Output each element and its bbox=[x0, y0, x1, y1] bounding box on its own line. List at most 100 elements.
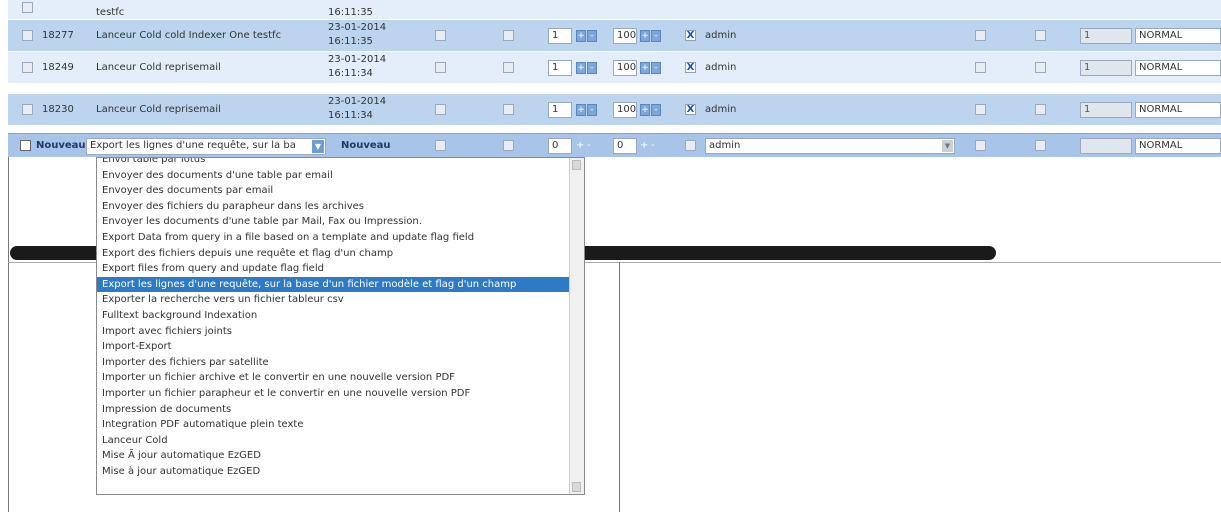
pane-divider bbox=[619, 262, 620, 512]
row-checkbox[interactable] bbox=[22, 104, 33, 115]
table-row[interactable]: 18230 Lanceur Cold reprisemail 23-01-201… bbox=[8, 94, 1221, 126]
task-name: Lanceur Cold reprisemail bbox=[96, 62, 221, 73]
flag-checkbox-1[interactable] bbox=[435, 140, 446, 151]
dropdown-scrollbar[interactable] bbox=[569, 158, 584, 494]
flag-checkbox-1[interactable] bbox=[435, 104, 446, 115]
decrement-button[interactable]: - bbox=[651, 62, 661, 74]
scroll-up-icon[interactable] bbox=[572, 160, 581, 170]
dropdown-option[interactable]: Importer un fichier parapheur et le conv… bbox=[97, 386, 572, 402]
table-row[interactable]: testfc 16:11:35 bbox=[8, 0, 1221, 20]
increment-button[interactable]: + bbox=[576, 104, 586, 116]
percent-field[interactable]: 0 bbox=[613, 138, 637, 154]
increment-button[interactable]: + bbox=[640, 140, 648, 152]
flag-checkbox-2[interactable] bbox=[503, 30, 514, 41]
increment-button[interactable]: + bbox=[576, 62, 586, 74]
task-type-dropdown-list[interactable]: Envoi table par lotus Envoyer des documen… bbox=[96, 157, 585, 495]
dropdown-option[interactable]: Impression de documents bbox=[97, 402, 572, 418]
priority-field[interactable]: 1 bbox=[1080, 102, 1132, 118]
dropdown-option[interactable]: Import avec fichiers joints bbox=[97, 324, 572, 340]
dropdown-option[interactable]: Envoyer des documents d'une table par em… bbox=[97, 168, 572, 184]
flag-checkbox-4[interactable] bbox=[1035, 30, 1046, 41]
table-row[interactable]: 18249 Lanceur Cold reprisemail 23-01-201… bbox=[8, 52, 1221, 84]
task-name: Lanceur Cold cold Indexer One testfc bbox=[96, 30, 282, 41]
dropdown-option[interactable]: Importer des fichiers par satellite bbox=[97, 355, 572, 371]
task-date: 23-01-2014 bbox=[328, 22, 387, 33]
percent-field[interactable]: 100 bbox=[613, 60, 637, 76]
flag-checkbox-3[interactable] bbox=[975, 140, 986, 151]
priority-field[interactable] bbox=[1080, 138, 1132, 154]
flag-checkbox-3[interactable] bbox=[975, 30, 986, 41]
table-row[interactable]: 18277 Lanceur Cold cold Indexer One test… bbox=[8, 20, 1221, 52]
status-field[interactable]: NORMAL bbox=[1135, 60, 1221, 76]
task-id: 18230 bbox=[42, 104, 74, 115]
dropdown-option[interactable]: Integration PDF automatique plein texte bbox=[97, 417, 572, 433]
task-type-select[interactable]: Export les lignes d'une requête, sur la … bbox=[86, 138, 326, 155]
dropdown-option[interactable]: Envoyer des documents par email bbox=[97, 183, 572, 199]
user-select[interactable]: admin ▼ bbox=[705, 138, 955, 154]
quantity-field[interactable]: 0 bbox=[548, 138, 572, 154]
chevron-down-icon[interactable]: ▼ bbox=[942, 140, 953, 152]
chevron-down-icon[interactable]: ▼ bbox=[312, 140, 324, 153]
user-select-value: admin bbox=[709, 140, 741, 151]
dropdown-option[interactable]: Envoyer les documents d'une table par Ma… bbox=[97, 214, 572, 230]
flag-checkbox-2[interactable] bbox=[503, 104, 514, 115]
decrement-button[interactable]: - bbox=[587, 140, 591, 152]
increment-button[interactable]: + bbox=[576, 30, 586, 42]
row-checkbox[interactable] bbox=[22, 2, 33, 13]
decrement-button[interactable]: - bbox=[587, 30, 597, 42]
increment-button[interactable]: + bbox=[640, 104, 650, 116]
checked-icon[interactable]: X bbox=[685, 104, 696, 115]
decrement-button[interactable]: - bbox=[651, 104, 661, 116]
quantity-field[interactable]: 1 bbox=[548, 102, 572, 118]
priority-field[interactable]: 1 bbox=[1080, 28, 1132, 44]
dropdown-option[interactable]: Mise à jour automatique EzGED bbox=[97, 464, 572, 480]
decrement-button[interactable]: - bbox=[587, 62, 597, 74]
decrement-button[interactable]: - bbox=[651, 140, 655, 152]
new-row-label: Nouveau bbox=[36, 140, 86, 151]
task-date: 23-01-2014 bbox=[328, 54, 387, 65]
new-task-row[interactable]: Nouveau Export les lignes d'une requête,… bbox=[8, 133, 1221, 157]
flag-checkbox-2[interactable] bbox=[503, 62, 514, 73]
increment-button[interactable]: + bbox=[576, 140, 584, 152]
dropdown-option[interactable]: Export files from query and update flag … bbox=[97, 261, 572, 277]
checked-icon[interactable]: X bbox=[685, 30, 696, 41]
dropdown-option[interactable]: Fulltext background Indexation bbox=[97, 308, 572, 324]
dropdown-option[interactable]: Export des fichiers depuis une requête e… bbox=[97, 246, 572, 262]
flag-checkbox-4[interactable] bbox=[1035, 140, 1046, 151]
dropdown-option[interactable]: Import-Export bbox=[97, 339, 572, 355]
increment-button[interactable]: + bbox=[640, 30, 650, 42]
dropdown-option[interactable]: Envoyer des fichiers du parapheur dans l… bbox=[97, 199, 572, 215]
flag-checkbox-3[interactable] bbox=[975, 104, 986, 115]
decrement-button[interactable]: - bbox=[651, 30, 661, 42]
dropdown-option[interactable]: Exporter la recherche vers un fichier ta… bbox=[97, 292, 572, 308]
flag-checkbox-3[interactable] bbox=[975, 62, 986, 73]
flag-checkbox-4[interactable] bbox=[1035, 62, 1046, 73]
decrement-button[interactable]: - bbox=[587, 104, 597, 116]
dropdown-option[interactable]: Lanceur Cold bbox=[97, 433, 572, 449]
scroll-down-icon[interactable] bbox=[572, 482, 581, 492]
flag-checkbox-1[interactable] bbox=[435, 30, 446, 41]
percent-field[interactable]: 100 bbox=[613, 102, 637, 118]
dropdown-option[interactable]: Mise Ã jour automatique EzGED bbox=[97, 448, 572, 464]
new-row-checkbox[interactable] bbox=[20, 140, 31, 151]
dropdown-option[interactable]: Export Data from query in a file based o… bbox=[97, 230, 572, 246]
increment-button[interactable]: + bbox=[640, 62, 650, 74]
dropdown-option[interactable]: Envoi table par lotus bbox=[97, 158, 572, 168]
status-field[interactable]: NORMAL bbox=[1135, 138, 1221, 154]
flag-checkbox-1[interactable] bbox=[435, 62, 446, 73]
dropdown-option[interactable]: Export les lignes d'une requête, sur la … bbox=[97, 276, 572, 293]
flag-checkbox-2[interactable] bbox=[503, 140, 514, 151]
quantity-field[interactable]: 1 bbox=[548, 28, 572, 44]
status-field[interactable]: NORMAL bbox=[1135, 28, 1221, 44]
quantity-field[interactable]: 1 bbox=[548, 60, 572, 76]
task-id: 18249 bbox=[42, 62, 74, 73]
flag-checkbox-4[interactable] bbox=[1035, 104, 1046, 115]
row-checkbox[interactable] bbox=[22, 30, 33, 41]
checked-icon[interactable]: X bbox=[685, 62, 696, 73]
row-checkbox[interactable] bbox=[22, 62, 33, 73]
status-field[interactable]: NORMAL bbox=[1135, 102, 1221, 118]
priority-field[interactable]: 1 bbox=[1080, 60, 1132, 76]
percent-field[interactable]: 100 bbox=[613, 28, 637, 44]
dropdown-option[interactable]: Importer un fichier archive et le conver… bbox=[97, 370, 572, 386]
active-checkbox[interactable] bbox=[685, 140, 696, 151]
